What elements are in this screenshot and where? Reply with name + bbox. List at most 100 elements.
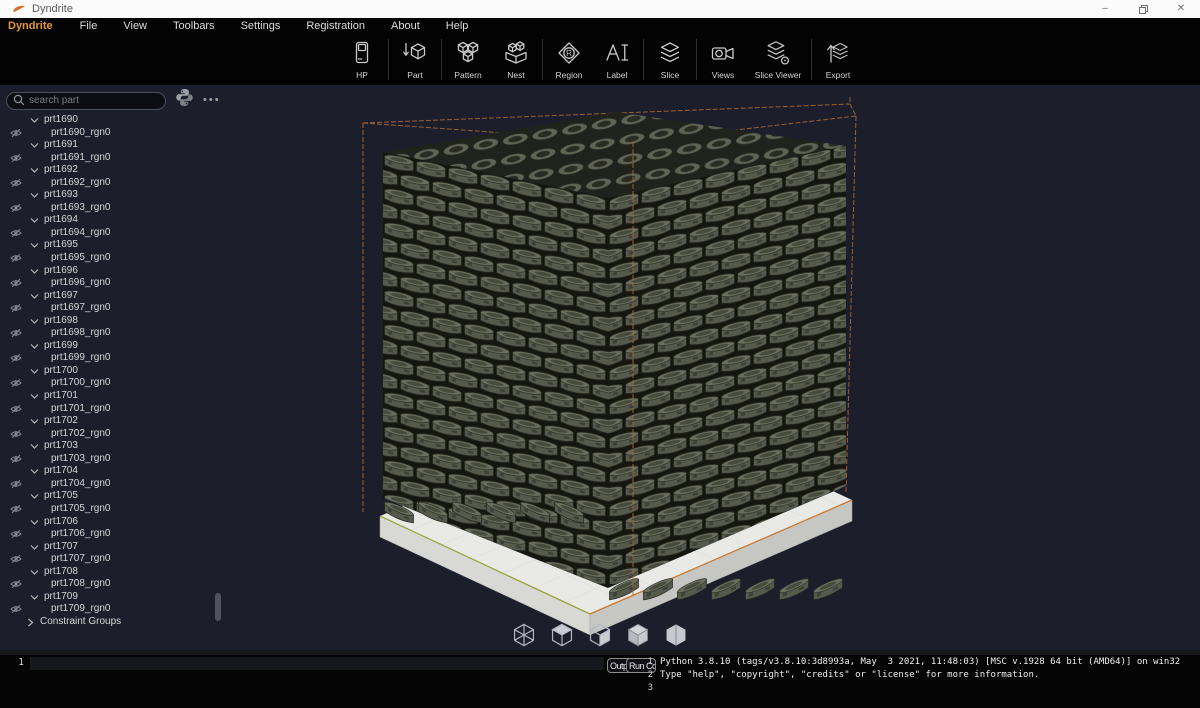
label-ai-icon xyxy=(604,40,630,69)
nest-button[interactable]: Nest xyxy=(492,34,540,85)
tree-item-label: prt1707 xyxy=(44,541,78,552)
tree-item-region[interactable]: prt1702_rgn0 xyxy=(0,428,232,441)
viewport-3d[interactable]: ••• prt1690prt1690_rgn0prt1691prt1691_rg… xyxy=(0,85,1200,650)
tree-item-part[interactable]: prt1704 xyxy=(0,465,232,478)
python-console-icon[interactable] xyxy=(175,88,194,112)
tree-item-part[interactable]: prt1705 xyxy=(0,490,232,503)
pattern-button[interactable]: Pattern xyxy=(444,34,492,85)
tree-item-region[interactable]: prt1700_rgn0 xyxy=(0,377,232,390)
tree-item-part[interactable]: prt1702 xyxy=(0,415,232,428)
tree-item-part[interactable]: prt1699 xyxy=(0,340,232,353)
tree-item-label: prt1691_rgn0 xyxy=(51,152,111,163)
console-line-number: 3 xyxy=(640,682,653,695)
tree-item-part[interactable]: prt1693 xyxy=(0,189,232,202)
tree-item-label: prt1703 xyxy=(44,440,78,451)
toolbar-separator xyxy=(811,39,812,80)
console-splitter[interactable] xyxy=(0,650,1200,655)
hp-printer-icon xyxy=(349,40,375,69)
tree-item-label: prt1698 xyxy=(44,315,78,326)
tree-item-part[interactable]: prt1700 xyxy=(0,365,232,378)
tree-item-label: prt1698_rgn0 xyxy=(51,327,111,338)
tree-item-part[interactable]: prt1697 xyxy=(0,290,232,303)
view-mode-shaded-cube-icon[interactable] xyxy=(625,622,651,648)
tree-item-label: prt1702 xyxy=(44,415,78,426)
tree-item-region[interactable]: prt1692_rgn0 xyxy=(0,177,232,190)
tree-item-region[interactable]: prt1694_rgn0 xyxy=(0,227,232,240)
view-mode-top-shaded-cube-icon[interactable] xyxy=(549,622,575,648)
menu-toolbars[interactable]: Toolbars xyxy=(160,20,228,32)
tree-item-region[interactable]: prt1696_rgn0 xyxy=(0,277,232,290)
tree-item-part[interactable]: prt1709 xyxy=(0,591,232,604)
menu-about[interactable]: About xyxy=(378,20,433,32)
minimize-button[interactable]: – xyxy=(1086,0,1124,18)
slice-layers-icon xyxy=(657,40,683,69)
label-ai-icon-button[interactable]: Label xyxy=(593,34,641,85)
tree-item-part[interactable]: prt1706 xyxy=(0,516,232,529)
more-options-icon[interactable]: ••• xyxy=(203,94,221,106)
view-mode-wireframe-cube-icon[interactable] xyxy=(511,622,537,648)
toolbar-separator xyxy=(542,39,543,80)
tree-item-part[interactable]: prt1707 xyxy=(0,541,232,554)
tree-item-label: prt1703_rgn0 xyxy=(51,453,111,464)
toolbar-separator xyxy=(643,39,644,80)
tree-item-label: prt1696_rgn0 xyxy=(51,277,111,288)
menu-help[interactable]: Help xyxy=(433,20,482,32)
main-toolbar: HP Part Pattern Nest xyxy=(0,34,1200,85)
tree-item-label: prt1694_rgn0 xyxy=(51,227,111,238)
tree-item-region[interactable]: prt1704_rgn0 xyxy=(0,478,232,491)
tree-item-region[interactable]: prt1707_rgn0 xyxy=(0,553,232,566)
tree-item-region[interactable]: prt1693_rgn0 xyxy=(0,202,232,215)
menu-settings[interactable]: Settings xyxy=(228,20,294,32)
slice-button[interactable]: Slice xyxy=(646,34,694,85)
tree-item-region[interactable]: prt1706_rgn0 xyxy=(0,528,232,541)
menu-file[interactable]: File xyxy=(67,20,111,32)
tree-item-label: prt1692 xyxy=(44,164,78,175)
menu-dyndrite[interactable]: Dyndrite xyxy=(0,20,67,32)
tree-item-region[interactable]: prt1705_rgn0 xyxy=(0,503,232,516)
slice-viewer-button[interactable]: Slice Viewer xyxy=(747,34,809,85)
tree-item-region[interactable]: prt1699_rgn0 xyxy=(0,352,232,365)
tree-item-part[interactable]: prt1694 xyxy=(0,214,232,227)
tree-item-region[interactable]: prt1695_rgn0 xyxy=(0,252,232,265)
svg-text:R: R xyxy=(566,49,572,58)
tree-item-region[interactable]: prt1709_rgn0 xyxy=(0,603,232,616)
nest-box-icon xyxy=(503,40,529,69)
tree-item-label: prt1690_rgn0 xyxy=(51,127,111,138)
tree-item-part[interactable]: prt1696 xyxy=(0,265,232,278)
hp-button[interactable]: HP xyxy=(338,34,386,85)
tree-item-part[interactable]: prt1695 xyxy=(0,239,232,252)
region-button[interactable]: R Region xyxy=(545,34,593,85)
tree-item-label: prt1693 xyxy=(44,189,78,200)
tree-item-label: prt1700 xyxy=(44,365,78,376)
export-button[interactable]: Export xyxy=(814,34,862,85)
sidebar-scrollbar-thumb[interactable] xyxy=(215,593,221,621)
tree-item-region[interactable]: prt1690_rgn0 xyxy=(0,127,232,140)
tree-item-part[interactable]: prt1690 xyxy=(0,114,232,127)
tree-item-part[interactable]: prt1703 xyxy=(0,440,232,453)
tree-item-part[interactable]: prt1692 xyxy=(0,164,232,177)
restore-button[interactable] xyxy=(1124,0,1162,18)
menu-registration[interactable]: Registration xyxy=(293,20,378,32)
tree-item-part[interactable]: prt1708 xyxy=(0,566,232,579)
code-editor-line[interactable] xyxy=(30,657,604,670)
part-button[interactable]: Part xyxy=(391,34,439,85)
tree-item-part[interactable]: prt1691 xyxy=(0,139,232,152)
view-mode-flat-cube-icon[interactable] xyxy=(663,622,689,648)
tree-item-part[interactable]: prt1698 xyxy=(0,315,232,328)
tree-item-region[interactable]: prt1691_rgn0 xyxy=(0,152,232,165)
tree-item-region[interactable]: prt1697_rgn0 xyxy=(0,302,232,315)
menu-bar: Dyndrite File View Toolbars Settings Reg… xyxy=(0,18,1200,34)
tree-item-region[interactable]: prt1703_rgn0 xyxy=(0,453,232,466)
search-part-input[interactable] xyxy=(6,92,166,110)
tree-item-region[interactable]: prt1708_rgn0 xyxy=(0,578,232,591)
tree-item-label: prt1705_rgn0 xyxy=(51,503,111,514)
view-mode-right-shaded-cube-icon[interactable] xyxy=(587,622,613,648)
tree-item-label: prt1705 xyxy=(44,490,78,501)
tree-item-region[interactable]: prt1698_rgn0 xyxy=(0,327,232,340)
tree-item-part[interactable]: prt1701 xyxy=(0,390,232,403)
tree-item-label: prt1706 xyxy=(44,516,78,527)
menu-view[interactable]: View xyxy=(110,20,160,32)
tree-item-region[interactable]: prt1701_rgn0 xyxy=(0,403,232,416)
views-button[interactable]: Views xyxy=(699,34,747,85)
close-button[interactable]: ✕ xyxy=(1162,0,1200,18)
